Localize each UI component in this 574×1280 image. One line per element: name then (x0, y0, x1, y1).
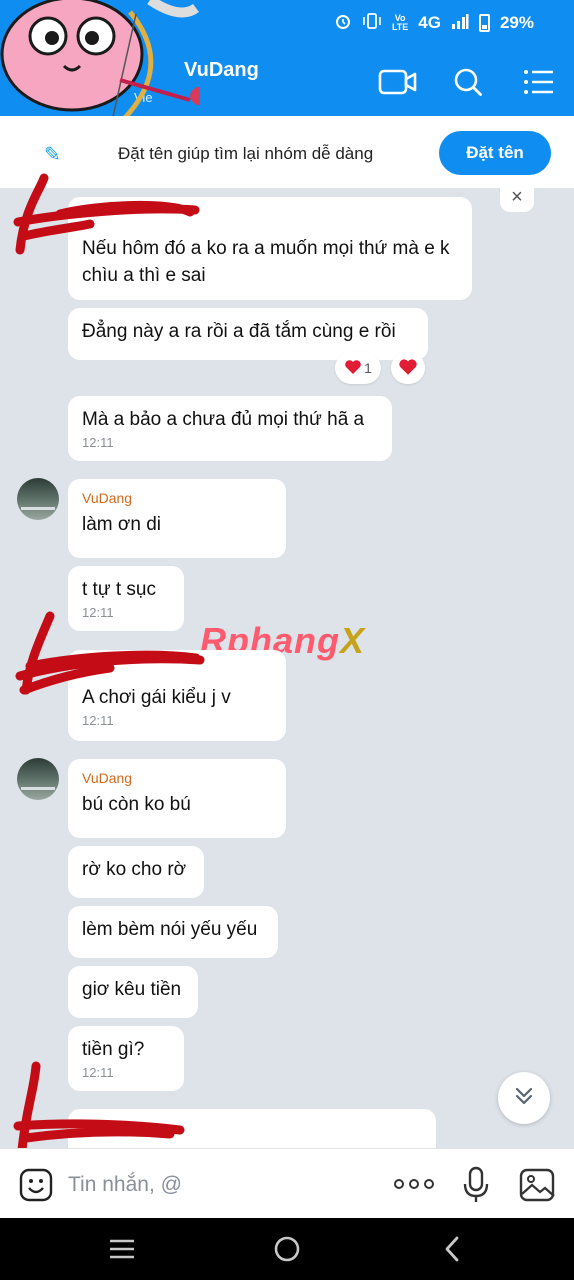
heart-icon (344, 359, 362, 378)
name-group-banner: ✎ Đặt tên giúp tìm lại nhóm dễ dàng Đặt … (0, 116, 574, 188)
message-time: 12:11 (82, 713, 114, 728)
set-name-button[interactable]: Đặt tên (439, 131, 551, 175)
message-input-bar: Tin nhắn, @ (0, 1148, 574, 1218)
message-text: bú còn ko bú (82, 794, 191, 815)
add-reaction-button[interactable] (391, 352, 425, 384)
battery-level: 29% (499, 12, 534, 32)
vibrate-icon (362, 13, 382, 32)
sender-name[interactable]: VuDang (82, 489, 272, 507)
message-text: A chơi gái kiểu j v (82, 687, 231, 708)
search-icon[interactable] (448, 62, 488, 102)
message-text: Mà a bảo a chưa đủ mọi thứ hã a (82, 409, 365, 430)
message-time: 12:11 (82, 435, 114, 450)
home-icon[interactable] (272, 1234, 302, 1264)
message-text: t tự t sục (82, 579, 156, 600)
close-banner-icon[interactable]: × (500, 184, 534, 212)
message-bubble[interactable]: rờ ko cho rờ (68, 846, 204, 898)
signal-icon (451, 13, 469, 32)
message-text: làm ơn di (82, 514, 161, 535)
reaction-count: 1 (364, 360, 372, 376)
battery-icon (478, 13, 490, 32)
message-text: giơ kêu tiền (82, 979, 182, 1000)
message-text: Nếu hôm đó a ko ra a muốn mọi thứ mà e k… (82, 238, 450, 286)
volte-icon: Vo LTE (391, 12, 409, 32)
message-bubble[interactable]: Mà a bảo a chưa đủ mọi thứ hã a 12:11 (68, 396, 392, 461)
banner-text: Đặt tên giúp tìm lại nhóm dễ dàng (118, 144, 374, 163)
alarm-icon (334, 12, 352, 33)
message-bubble[interactable]: VuDang bú còn ko bú (68, 759, 286, 838)
sender-name[interactable]: VuDang (82, 769, 272, 787)
message-bubble[interactable]: Đẳng này a ra rồi a đã tắm cùng e rồi (68, 308, 428, 360)
message-text: rờ ko cho rờ (82, 859, 187, 880)
message-bubble[interactable]: lèm bèm nói yếu yếu (68, 906, 278, 958)
more-icon[interactable] (392, 1171, 436, 1197)
recent-apps-icon[interactable] (107, 1234, 137, 1264)
pencil-icon: ✎ (44, 144, 61, 166)
message-text: tiền gì? (82, 1039, 145, 1060)
message-bubble[interactable]: tiền gì? 12:11 (68, 1026, 184, 1091)
menu-icon[interactable] (519, 62, 559, 102)
heart-icon (398, 358, 418, 379)
avatar[interactable] (17, 478, 59, 520)
reaction-badge[interactable]: 1 (335, 352, 381, 384)
message-text: Đẳng này a ra rồi a đã tắm cùng e rồi (82, 321, 396, 342)
video-call-icon[interactable] (378, 62, 418, 102)
microphone-icon[interactable] (460, 1165, 492, 1205)
message-text: lèm bèm nói yếu yếu (82, 919, 258, 940)
back-icon[interactable] (437, 1234, 467, 1264)
message-bubble[interactable]: A chơi gái kiểu j v 12:11 (68, 650, 286, 741)
message-bubble[interactable]: giơ kêu tiền (68, 966, 198, 1018)
status-icons: Vo LTE 4G 29% (334, 12, 534, 33)
message-bubble[interactable]: VuDang làm ơn di (68, 479, 286, 558)
scroll-to-bottom-button[interactable] (498, 1072, 550, 1124)
message-bubble[interactable]: t tự t sục 12:11 (68, 566, 184, 631)
avatar[interactable] (17, 758, 59, 800)
sticker-icon[interactable] (18, 1167, 54, 1203)
system-nav-bar (0, 1218, 574, 1280)
message-time: 12:11 (82, 605, 114, 620)
message-bubble[interactable]: Nếu hôm đó a ko ra a muốn mọi thứ mà e k… (68, 197, 472, 300)
double-chevron-down-icon (513, 1085, 535, 1112)
message-time: 12:11 (82, 1065, 114, 1080)
network-type: 4G (418, 12, 441, 32)
image-icon[interactable] (518, 1167, 556, 1203)
message-input[interactable]: Tin nhắn, @ (68, 1173, 182, 1197)
